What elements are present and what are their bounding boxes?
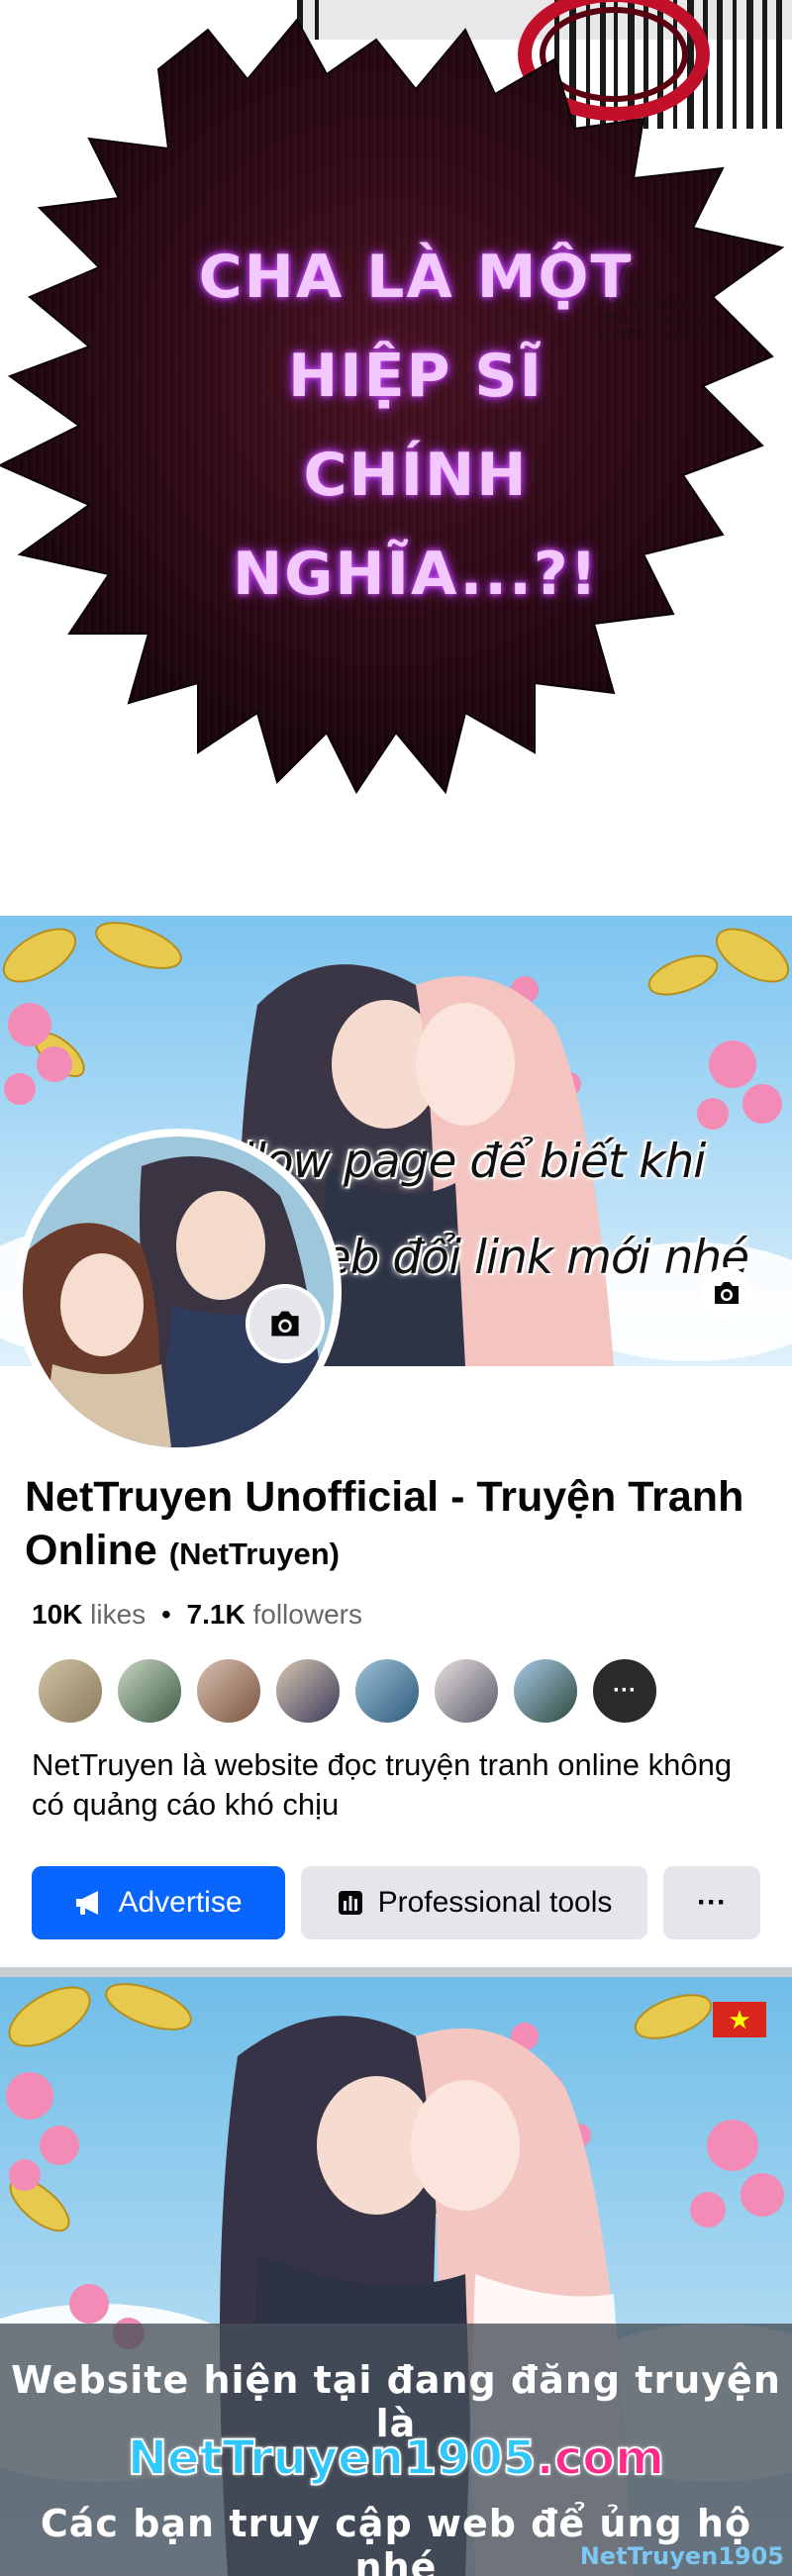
follower-avatar[interactable] bbox=[273, 1656, 343, 1726]
page-title: NetTruyen Unofficial - Truyện Tranh Onli… bbox=[25, 1470, 777, 1581]
advertise-label: Advertise bbox=[118, 1886, 243, 1919]
promo-banner: ★ Website hiện tại đang đăng truyện là N… bbox=[0, 1977, 792, 2576]
follower-avatar[interactable] bbox=[432, 1656, 501, 1726]
camera-icon bbox=[715, 1282, 739, 1304]
page-bio: NetTruyen là website đọc truyện tranh on… bbox=[32, 1747, 733, 1822]
speech-line: HIỆP SĨ CHÍNH bbox=[288, 342, 544, 510]
edit-profile-picture-button[interactable] bbox=[246, 1284, 325, 1363]
watermark-line: 가게 빌리겠습니다 bbox=[599, 297, 698, 312]
vietnam-flag-icon: ★ bbox=[713, 2002, 766, 2037]
section-divider bbox=[0, 1967, 792, 1977]
more-options-button[interactable]: ··· bbox=[663, 1866, 760, 1939]
watermark-line: 학원노우트클레스493 bbox=[599, 313, 719, 328]
page-name-text: NetTruyen Unofficial - Truyện Tranh Onli… bbox=[25, 1473, 744, 1574]
more-icon: ··· bbox=[697, 1886, 727, 1919]
followers-count[interactable]: 7.1K bbox=[187, 1599, 246, 1630]
camera-icon bbox=[271, 1311, 299, 1337]
professional-tools-label: Professional tools bbox=[377, 1886, 613, 1919]
professional-tools-button[interactable]: Professional tools bbox=[301, 1866, 647, 1939]
speech-text: CHA LÀ MỘT HIỆP SĨ CHÍNH NGHĨA...?! bbox=[178, 228, 653, 624]
scan-watermark: 가게 빌리겠습니다 학원노우트클레스493 LY/NEWTOKI463.COM bbox=[599, 257, 757, 345]
promo-url-tld: .com bbox=[535, 2429, 665, 2487]
watermark-line: LY/NEWTOKI463.COM bbox=[599, 329, 737, 344]
stats-separator: • bbox=[160, 1599, 171, 1630]
more-followers-button[interactable]: ··· bbox=[590, 1656, 659, 1726]
page-handle: (NetTruyen) bbox=[168, 1536, 340, 1571]
dashboard-icon bbox=[338, 1891, 362, 1915]
promo-url-name: NetTruyen1905 bbox=[127, 2429, 538, 2487]
manga-panel: CHA LÀ MỘT HIỆP SĨ CHÍNH NGHĨA...?! 가게 빌… bbox=[0, 0, 792, 891]
watermark-logo bbox=[619, 257, 666, 305]
promo-website-link[interactable]: NetTruyen1905.com bbox=[0, 2429, 792, 2487]
promo-watermark: NetTruyen1905 bbox=[579, 2542, 784, 2570]
page-stats: 10K likes • 7.1K followers bbox=[32, 1599, 362, 1631]
follower-avatar[interactable] bbox=[36, 1656, 105, 1726]
edit-cover-button[interactable] bbox=[701, 1267, 752, 1319]
follower-avatar[interactable] bbox=[352, 1656, 422, 1726]
megaphone-icon bbox=[76, 1891, 99, 1915]
likes-label[interactable]: likes bbox=[90, 1599, 146, 1630]
speech-line: CHA LÀ MỘT bbox=[198, 243, 634, 312]
advertise-button[interactable]: Advertise bbox=[32, 1866, 285, 1939]
flag-star: ★ bbox=[728, 2005, 751, 2034]
followers-label[interactable]: followers bbox=[252, 1599, 361, 1630]
follower-avatars: ··· bbox=[36, 1656, 669, 1726]
facebook-page-card: Follow page để biết khi nào web đổi link… bbox=[0, 916, 792, 1965]
likes-count[interactable]: 10K bbox=[32, 1599, 82, 1630]
follower-avatar[interactable] bbox=[511, 1656, 580, 1726]
follower-avatar[interactable] bbox=[115, 1656, 184, 1726]
speech-line: NGHĨA...?! bbox=[232, 540, 600, 609]
follower-avatar[interactable] bbox=[194, 1656, 263, 1726]
